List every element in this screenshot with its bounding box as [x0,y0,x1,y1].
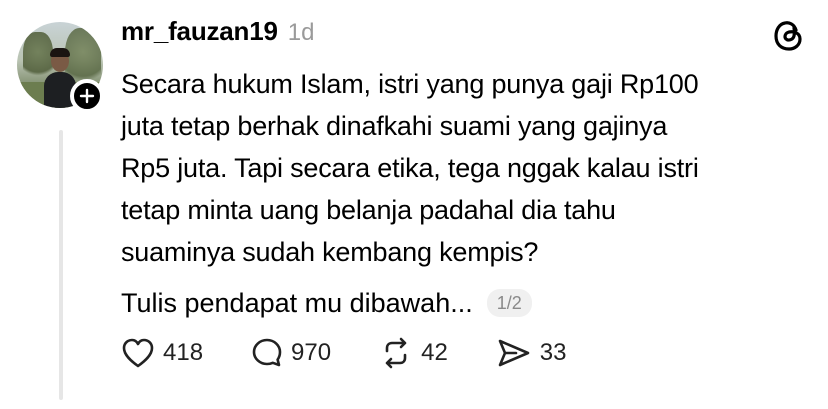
like-count: 418 [163,339,204,366]
plus-icon [79,88,95,104]
page-indicator[interactable]: 1/2 [486,289,532,317]
username[interactable]: mr_fauzan19 [121,16,278,47]
comment-count: 970 [291,339,332,366]
repost-count: 42 [421,339,448,366]
post-header: mr_fauzan19 1d [121,16,314,52]
post-text-line: Secara hukum Islam, istri yang punya gaj… [121,69,699,99]
post-more-line: Tulis pendapat mu dibawah... 1/2 [121,282,532,324]
comment-button[interactable]: 970 [251,337,331,369]
like-button[interactable]: 418 [121,337,203,369]
post-text-line: juta tetap berhak dinafkahi suami yang g… [121,111,668,141]
share-button[interactable]: 33 [496,337,567,369]
comment-icon [252,338,282,367]
heart-icon [122,338,154,368]
thread-line [59,130,63,400]
post-text: Secara hukum Islam, istri yang punya gaj… [121,63,801,273]
post-time: 1d [287,19,315,46]
post-text-line: suaminya sudah kembang kempis? [121,237,539,267]
action-bar: 418 970 42 33 [121,337,615,369]
share-count: 33 [539,339,567,366]
post-more-text: Tulis pendapat mu dibawah... [121,288,473,318]
repost-icon [385,337,407,369]
post-text-line: tetap minta uang belanja padahal dia tah… [121,195,616,225]
repost-button[interactable]: 42 [379,337,448,369]
threads-logo-icon [774,21,802,51]
post-text-line: Rp5 juta. Tapi secara etika, tega nggak … [121,153,699,183]
share-icon [498,339,530,367]
follow-plus-button[interactable] [70,79,104,113]
